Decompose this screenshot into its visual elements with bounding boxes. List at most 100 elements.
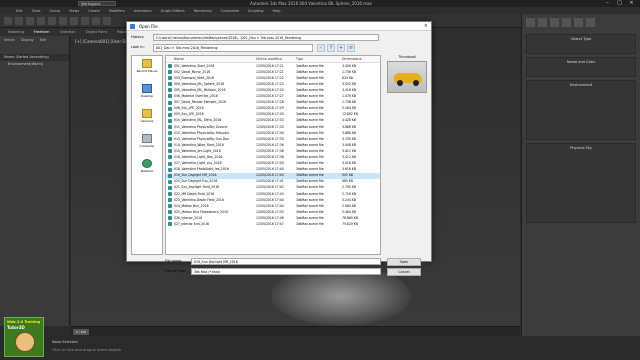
max-file-icon xyxy=(168,210,172,215)
place-desktop[interactable]: Desktop xyxy=(132,84,162,106)
se-tab-edit[interactable]: Edit xyxy=(40,38,47,42)
undo-icon[interactable] xyxy=(4,17,12,25)
menu-customize[interactable]: Customize xyxy=(221,9,239,13)
column-name[interactable]: Name xyxy=(174,57,184,61)
file-date: 12/05/2016 17:44 xyxy=(256,203,284,208)
se-column-header[interactable]: Name (Sorted Ascending) xyxy=(0,54,69,61)
time-slider-handle[interactable]: 0 / 100 xyxy=(73,329,89,335)
rollout-environment[interactable]: Environment xyxy=(526,80,636,140)
up-folder-icon[interactable]: ↑ xyxy=(327,44,335,52)
rollout-object-type[interactable]: Object Type xyxy=(526,34,636,54)
se-root-item[interactable]: Environment(World) xyxy=(0,61,69,68)
title-bar: Workspace: Default Autodesk 3ds Max 2016… xyxy=(0,0,640,10)
file-name: 016_Valentina_Light_Dau_2016 xyxy=(174,155,223,159)
lookin-dropdown[interactable]: 001_Dau > 3ds max 2016_Rendering xyxy=(153,44,313,52)
max-file-icon xyxy=(168,161,172,166)
tab-object-paint[interactable]: Object Paint xyxy=(86,30,107,34)
menu-scripting[interactable]: Scripting xyxy=(248,9,264,13)
workspace-dropdown[interactable]: Workspace: Default xyxy=(78,1,116,10)
rollout-name-color[interactable]: Name and Color xyxy=(526,57,636,77)
tab-selection[interactable]: Selection xyxy=(60,30,76,34)
select-by-name-icon[interactable] xyxy=(70,17,78,25)
command-panel: Object Type Name and Color Environment P… xyxy=(521,14,640,340)
menu-create[interactable]: Create xyxy=(88,9,100,13)
file-size: 1.476 KB xyxy=(342,94,356,99)
utilities-tab-icon[interactable] xyxy=(586,18,595,27)
se-tab-display[interactable]: Display xyxy=(21,38,34,42)
column-date[interactable]: Ultima modifica xyxy=(256,57,282,61)
filename-input[interactable]: 019_Sun Daylight MR_2016 xyxy=(191,258,381,265)
file-type: 3dsMax scene file xyxy=(296,81,324,86)
place-network[interactable]: Network xyxy=(132,159,162,181)
se-tab-select[interactable]: Select xyxy=(4,38,15,42)
link-icon[interactable] xyxy=(26,17,34,25)
menu-help[interactable]: Help xyxy=(273,9,281,13)
view-menu-icon[interactable]: ≡ xyxy=(347,44,355,52)
menu-group[interactable]: Group xyxy=(49,9,60,13)
file-type: 3dsMax scene file xyxy=(296,87,324,92)
motion-tab-icon[interactable] xyxy=(562,18,571,27)
max-file-icon xyxy=(168,131,172,136)
display-tab-icon[interactable] xyxy=(574,18,583,27)
menu-views[interactable]: Views xyxy=(69,9,79,13)
hierarchy-tab-icon[interactable] xyxy=(550,18,559,27)
max-file-icon xyxy=(168,185,172,190)
file-size: 78.860 KB xyxy=(342,215,358,220)
menu-modifiers[interactable]: Modifiers xyxy=(109,9,125,13)
thumbnail-pane: Thumbnail xyxy=(385,55,429,255)
rotate-icon[interactable] xyxy=(92,17,100,25)
file-list[interactable]: Name Ultima modifica Tipo Dimensione 001… xyxy=(165,55,381,255)
computer-icon xyxy=(142,134,152,143)
dialog-titlebar: Open File × xyxy=(127,22,431,31)
menu-animation[interactable]: Animation xyxy=(134,9,152,13)
tab-freeform[interactable]: Freeform xyxy=(34,30,50,34)
close-icon[interactable]: × xyxy=(424,23,428,29)
file-size: 3.456 KB xyxy=(342,63,356,68)
max-file-icon xyxy=(168,100,172,105)
max-file-icon xyxy=(168,82,172,87)
place-recent[interactable]: Recent Places xyxy=(132,59,162,81)
file-name: 011_Valentina PhysicalSky Ground xyxy=(174,124,228,129)
select-icon[interactable] xyxy=(59,17,67,25)
maximize-icon[interactable]: □ xyxy=(615,0,624,6)
redo-icon[interactable] xyxy=(15,17,23,25)
file-type: 3dsMax scene file xyxy=(296,69,324,74)
menu-tools[interactable]: Tools xyxy=(32,9,41,13)
cancel-button[interactable]: Cancel xyxy=(387,268,421,276)
create-tab-icon[interactable] xyxy=(526,18,535,27)
menu-edit[interactable]: Edit xyxy=(16,9,23,13)
rollout-physical-sky[interactable]: Physical Sky xyxy=(526,143,636,223)
place-libraries[interactable]: Libraries xyxy=(132,109,162,131)
move-icon[interactable] xyxy=(81,17,89,25)
file-name: 025_Motion Blur Fotocamera_2016 xyxy=(174,209,228,214)
column-size[interactable]: Dimensione xyxy=(342,57,362,61)
file-name: 015_Valentina_Arc-Light_2016 xyxy=(174,148,221,153)
place-computer[interactable]: Computer xyxy=(132,134,162,156)
file-name: 012_Valentina PhysicalSky Manuale xyxy=(174,130,230,135)
file-size: 592 KB xyxy=(342,173,354,178)
bind-icon[interactable] xyxy=(48,17,56,25)
close-icon[interactable]: × xyxy=(627,0,636,6)
new-folder-icon[interactable]: + xyxy=(337,44,345,52)
menu-graph-editors[interactable]: Graph Editors xyxy=(161,9,185,13)
time-slider[interactable]: 0 / 100 xyxy=(71,326,520,336)
max-file-icon xyxy=(168,118,172,123)
max-file-icon xyxy=(168,94,172,99)
history-dropdown[interactable]: C:\Users\Cristina\Documents\3dsMax\scene… xyxy=(153,34,379,41)
status-bar: None Selected Click or click-and-drag to… xyxy=(0,336,640,360)
back-icon[interactable]: ‹ xyxy=(317,44,325,52)
modify-tab-icon[interactable] xyxy=(538,18,547,27)
file-type: 3dsMax scene file xyxy=(296,197,324,202)
menu-rendering[interactable]: Rendering xyxy=(194,9,212,13)
file-date: 12/05/2016 17:27 xyxy=(256,94,284,99)
file-row[interactable]: 027_Interior End_2016 12/05/2016 17:47 3ds… xyxy=(166,221,380,227)
minimize-icon[interactable]: – xyxy=(603,0,612,6)
unlink-icon[interactable] xyxy=(37,17,45,25)
open-button[interactable]: Open xyxy=(387,258,421,266)
column-type[interactable]: Tipo xyxy=(296,57,303,61)
filetype-dropdown[interactable]: 3ds Max (*.max) xyxy=(191,268,381,275)
scale-icon[interactable] xyxy=(103,17,111,25)
file-name: 003_Diamond_Start_2016 xyxy=(174,75,214,80)
file-type: 3dsMax scene file xyxy=(296,118,324,123)
tab-modeling[interactable]: Modeling xyxy=(8,30,24,34)
